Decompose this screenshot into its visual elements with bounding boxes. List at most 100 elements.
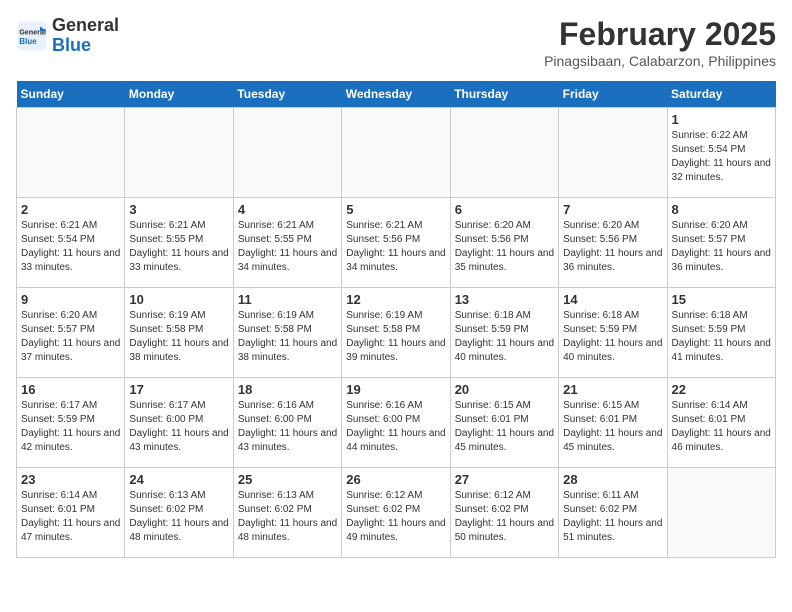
day-info: Sunrise: 6:13 AM Sunset: 6:02 PM Dayligh… [129, 489, 228, 545]
day-info: Sunrise: 6:19 AM Sunset: 5:58 PM Dayligh… [129, 309, 228, 365]
calendar-cell: 9 Sunrise: 6:20 AM Sunset: 5:57 PM Daylig… [17, 288, 125, 378]
day-info: Sunrise: 6:20 AM Sunset: 5:57 PM Dayligh… [672, 219, 771, 275]
day-info: Sunrise: 6:19 AM Sunset: 5:58 PM Dayligh… [238, 309, 337, 365]
day-number: 7 [563, 202, 662, 217]
day-info: Sunrise: 6:16 AM Sunset: 6:00 PM Dayligh… [238, 399, 337, 455]
calendar-cell [233, 108, 341, 198]
logo: General Blue General Blue [16, 16, 119, 56]
day-number: 20 [455, 382, 554, 397]
day-info: Sunrise: 6:16 AM Sunset: 6:00 PM Dayligh… [346, 399, 445, 455]
day-number: 8 [672, 202, 771, 217]
calendar-cell: 25 Sunrise: 6:13 AM Sunset: 6:02 PM Dayli… [233, 468, 341, 558]
day-number: 28 [563, 472, 662, 487]
day-number: 17 [129, 382, 228, 397]
month-title: February 2025 [544, 16, 776, 53]
svg-text:Blue: Blue [19, 37, 37, 46]
day-header-monday: Monday [125, 81, 233, 108]
calendar-cell: 27Sunrise: 6:12 AM Sunset: 6:02 PM Dayli… [450, 468, 558, 558]
day-header-sunday: Sunday [17, 81, 125, 108]
calendar-week-0: 1 Sunrise: 6:22 AM Sunset: 5:54 PM Daylig… [17, 108, 776, 198]
day-number: 22 [672, 382, 771, 397]
calendar-cell: 1 Sunrise: 6:22 AM Sunset: 5:54 PM Daylig… [667, 108, 775, 198]
calendar-cell: 6Sunrise: 6:20 AM Sunset: 5:56 PM Daylig… [450, 198, 558, 288]
day-info: Sunrise: 6:15 AM Sunset: 6:01 PM Dayligh… [563, 399, 662, 455]
day-number: 2 [21, 202, 120, 217]
calendar-cell: 14 Sunrise: 6:18 AM Sunset: 5:59 PM Dayli… [559, 288, 667, 378]
day-number: 18 [238, 382, 337, 397]
calendar-cell: 10 Sunrise: 6:19 AM Sunset: 5:58 PM Dayli… [125, 288, 233, 378]
day-number: 14 [563, 292, 662, 307]
calendar-cell: 19 Sunrise: 6:16 AM Sunset: 6:00 PM Dayli… [342, 378, 450, 468]
day-number: 1 [672, 112, 771, 127]
calendar-week-3: 16Sunrise: 6:17 AM Sunset: 5:59 PM Dayli… [17, 378, 776, 468]
day-number: 27 [455, 472, 554, 487]
day-header-saturday: Saturday [667, 81, 775, 108]
calendar-cell: 18 Sunrise: 6:16 AM Sunset: 6:00 PM Dayli… [233, 378, 341, 468]
day-number: 9 [21, 292, 120, 307]
calendar-week-4: 23 Sunrise: 6:14 AM Sunset: 6:01 PM Dayli… [17, 468, 776, 558]
day-header-thursday: Thursday [450, 81, 558, 108]
logo-icon: General Blue [16, 20, 48, 52]
calendar-cell: 13 Sunrise: 6:18 AM Sunset: 5:59 PM Dayli… [450, 288, 558, 378]
calendar-cell: 24 Sunrise: 6:13 AM Sunset: 6:02 PM Dayli… [125, 468, 233, 558]
calendar-table: SundayMondayTuesdayWednesdayThursdayFrid… [16, 81, 776, 558]
day-number: 19 [346, 382, 445, 397]
day-number: 25 [238, 472, 337, 487]
calendar-cell: 28 Sunrise: 6:11 AM Sunset: 6:02 PM Dayli… [559, 468, 667, 558]
calendar-cell: 11Sunrise: 6:19 AM Sunset: 5:58 PM Dayli… [233, 288, 341, 378]
day-number: 10 [129, 292, 228, 307]
day-info: Sunrise: 6:17 AM Sunset: 5:59 PM Dayligh… [21, 399, 120, 455]
calendar-cell: 17 Sunrise: 6:17 AM Sunset: 6:00 PM Dayli… [125, 378, 233, 468]
day-info: Sunrise: 6:22 AM Sunset: 5:54 PM Dayligh… [672, 129, 771, 185]
day-number: 21 [563, 382, 662, 397]
day-info: Sunrise: 6:19 AM Sunset: 5:58 PM Dayligh… [346, 309, 445, 365]
calendar-cell: 3 Sunrise: 6:21 AM Sunset: 5:55 PM Daylig… [125, 198, 233, 288]
day-number: 24 [129, 472, 228, 487]
day-header-wednesday: Wednesday [342, 81, 450, 108]
day-info: Sunrise: 6:14 AM Sunset: 6:01 PM Dayligh… [672, 399, 771, 455]
calendar-cell: 4 Sunrise: 6:21 AM Sunset: 5:55 PM Daylig… [233, 198, 341, 288]
calendar-cell [667, 468, 775, 558]
calendar-cell: 16Sunrise: 6:17 AM Sunset: 5:59 PM Dayli… [17, 378, 125, 468]
day-info: Sunrise: 6:18 AM Sunset: 5:59 PM Dayligh… [455, 309, 554, 365]
calendar-cell: 7 Sunrise: 6:20 AM Sunset: 5:56 PM Daylig… [559, 198, 667, 288]
calendar-week-1: 2 Sunrise: 6:21 AM Sunset: 5:54 PM Daylig… [17, 198, 776, 288]
calendar-cell: 2 Sunrise: 6:21 AM Sunset: 5:54 PM Daylig… [17, 198, 125, 288]
calendar-cell: 12Sunrise: 6:19 AM Sunset: 5:58 PM Dayli… [342, 288, 450, 378]
day-number: 23 [21, 472, 120, 487]
day-info: Sunrise: 6:21 AM Sunset: 5:56 PM Dayligh… [346, 219, 445, 275]
day-number: 6 [455, 202, 554, 217]
day-number: 5 [346, 202, 445, 217]
day-info: Sunrise: 6:21 AM Sunset: 5:55 PM Dayligh… [129, 219, 228, 275]
calendar-cell [450, 108, 558, 198]
day-header-tuesday: Tuesday [233, 81, 341, 108]
day-number: 26 [346, 472, 445, 487]
calendar-cell: 21 Sunrise: 6:15 AM Sunset: 6:01 PM Dayli… [559, 378, 667, 468]
day-info: Sunrise: 6:13 AM Sunset: 6:02 PM Dayligh… [238, 489, 337, 545]
calendar-cell [125, 108, 233, 198]
day-info: Sunrise: 6:20 AM Sunset: 5:57 PM Dayligh… [21, 309, 120, 365]
day-info: Sunrise: 6:20 AM Sunset: 5:56 PM Dayligh… [563, 219, 662, 275]
header: General Blue General Blue February 2025 … [16, 16, 776, 69]
day-info: Sunrise: 6:14 AM Sunset: 6:01 PM Dayligh… [21, 489, 120, 545]
day-info: Sunrise: 6:12 AM Sunset: 6:02 PM Dayligh… [346, 489, 445, 545]
calendar-cell: 23 Sunrise: 6:14 AM Sunset: 6:01 PM Dayli… [17, 468, 125, 558]
day-info: Sunrise: 6:17 AM Sunset: 6:00 PM Dayligh… [129, 399, 228, 455]
day-number: 15 [672, 292, 771, 307]
calendar-cell: 26 Sunrise: 6:12 AM Sunset: 6:02 PM Dayli… [342, 468, 450, 558]
calendar-cell: 22 Sunrise: 6:14 AM Sunset: 6:01 PM Dayli… [667, 378, 775, 468]
day-info: Sunrise: 6:21 AM Sunset: 5:54 PM Dayligh… [21, 219, 120, 275]
day-headers-row: SundayMondayTuesdayWednesdayThursdayFrid… [17, 81, 776, 108]
calendar-cell [17, 108, 125, 198]
day-info: Sunrise: 6:18 AM Sunset: 5:59 PM Dayligh… [563, 309, 662, 365]
day-number: 13 [455, 292, 554, 307]
logo-text: General Blue [52, 16, 119, 56]
day-number: 4 [238, 202, 337, 217]
calendar-cell [342, 108, 450, 198]
location-title: Pinagsibaan, Calabarzon, Philippines [544, 53, 776, 69]
day-info: Sunrise: 6:11 AM Sunset: 6:02 PM Dayligh… [563, 489, 662, 545]
calendar-cell: 15Sunrise: 6:18 AM Sunset: 5:59 PM Dayli… [667, 288, 775, 378]
day-info: Sunrise: 6:21 AM Sunset: 5:55 PM Dayligh… [238, 219, 337, 275]
day-number: 3 [129, 202, 228, 217]
calendar-cell: 8 Sunrise: 6:20 AM Sunset: 5:57 PM Daylig… [667, 198, 775, 288]
